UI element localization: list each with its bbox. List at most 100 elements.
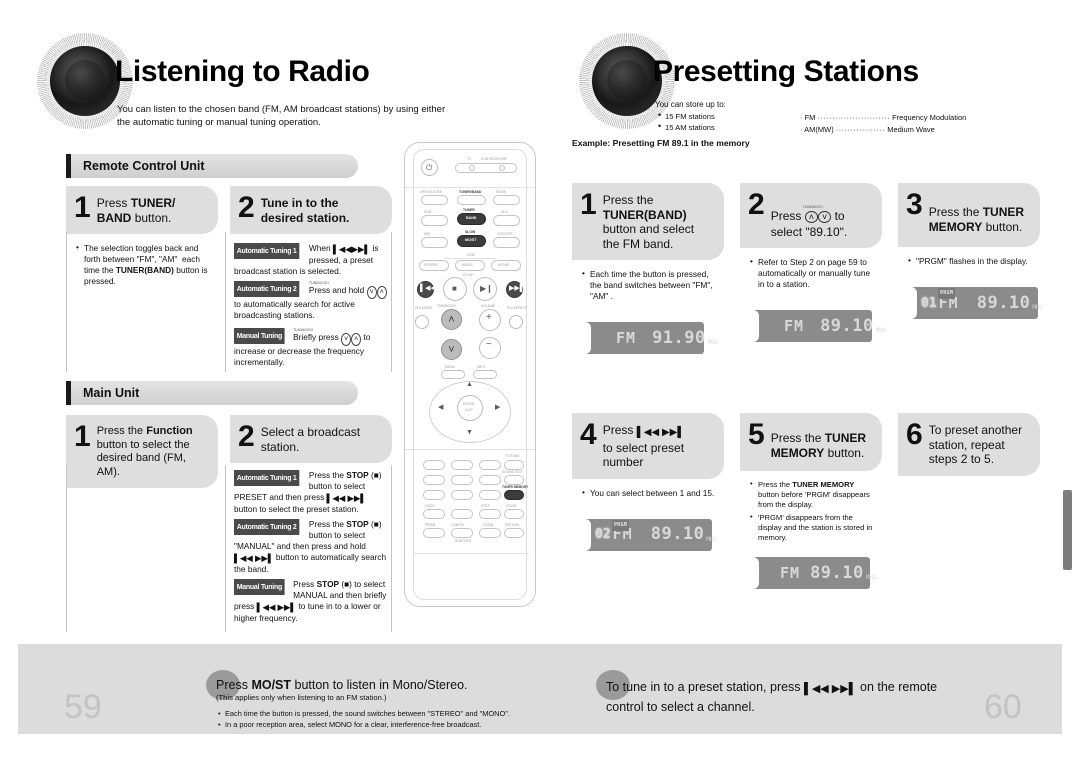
step-number: 2 [238, 420, 255, 453]
crc-dsp-button[interactable] [493, 237, 520, 248]
key-9[interactable] [479, 490, 501, 500]
tuning-down-button[interactable]: ˅ [441, 339, 462, 360]
knob-label: TUNING/CH [802, 205, 823, 209]
return-label: RETURN [505, 523, 520, 527]
tuning-row-auto-2: Automatic Tuning 2 TUNING/CH Press and h… [234, 281, 390, 321]
return-button[interactable] [504, 528, 524, 538]
dvd-receiver-label: DVD RECEIVER [481, 157, 507, 161]
sound-edit-button[interactable] [504, 475, 524, 485]
step-bullet-list: The selection toggles back and forth bet… [76, 242, 212, 287]
step-bullet-list: Each time the button is pressed, the ban… [582, 268, 718, 302]
mic-button[interactable] [421, 237, 448, 248]
section-header-label: Remote Control Unit [71, 154, 358, 178]
remote-control-illustration: ⏻ TV DVD RECEIVER OPEN/CLOSE TUNER/BAND … [404, 142, 536, 607]
tv-dvd-selector[interactable] [455, 163, 517, 173]
subtitle-label: SUBTITLE [455, 539, 472, 543]
step-button[interactable] [479, 509, 501, 519]
plus-icon: + [486, 312, 492, 323]
menu-button[interactable] [441, 370, 465, 379]
tuning-tag: Automatic Tuning 1 [234, 243, 300, 259]
mode-label: MODE [496, 190, 507, 194]
step-bullet-list: "PRGM" flashes in the display. [908, 255, 1034, 267]
step-instruction: Press the TUNER MEMORY button. [770, 431, 867, 460]
display-unit: MHz [1032, 304, 1044, 311]
footer-right-title: To tune in to a preset station, press ▌◀… [606, 680, 938, 714]
zoom-label: ZOOM [506, 504, 517, 508]
step-instruction: Press TUNER/BAND button. [96, 196, 176, 225]
open-close-button[interactable] [421, 195, 448, 205]
key-1[interactable] [423, 460, 445, 470]
key-8[interactable] [451, 490, 473, 500]
pl2-effect-button[interactable] [509, 315, 523, 329]
tuning-up-button[interactable]: ˄ [441, 309, 462, 330]
key-4[interactable] [423, 475, 445, 485]
pl2-effect-label: PLⅡ EFFECT [507, 306, 527, 310]
step-card-remote-2: 2 Tune in to the desired station. Automat… [230, 186, 392, 372]
info-label: INFO [477, 365, 486, 369]
dvd-dot[interactable] [499, 165, 505, 171]
key-3[interactable] [479, 460, 501, 470]
movie-label: MOVIE [498, 263, 509, 267]
tuner-memory-button[interactable] [504, 490, 524, 500]
step-bullet-list: Press the TUNER MEMORY button before 'PR… [750, 479, 876, 543]
step-card-preset-1: 1 Press the TUNER(BAND) button and select t… [572, 183, 724, 354]
display-panel: PRGM 01 FM 89.10 MHz [908, 287, 1043, 319]
legend-term: AM(MW) [804, 124, 834, 134]
info-button[interactable] [473, 370, 497, 379]
store-intro: You can store up to: [655, 100, 726, 109]
minus-icon: − [486, 339, 492, 350]
step-label: STEP [481, 504, 490, 508]
aux-button[interactable] [493, 215, 520, 226]
tv-tone-button[interactable] [504, 460, 524, 470]
stop-icon: ■ [452, 284, 457, 293]
display-band: FM [938, 293, 959, 312]
step-number: 6 [906, 418, 923, 451]
key-5[interactable] [451, 475, 473, 485]
clip-label: CLIP [465, 408, 473, 412]
zoom-button[interactable] [504, 509, 524, 519]
tuning-tag: Automatic Tuning 2 [234, 519, 300, 535]
band-legend: · FM ························· Frequency… [800, 112, 966, 135]
mode-button[interactable] [493, 195, 520, 205]
key-2[interactable] [451, 460, 473, 470]
tv-dot[interactable] [469, 165, 475, 171]
display-band: FM [616, 328, 637, 347]
bullet-item: Press the TUNER MEMORY button before 'PR… [750, 479, 876, 510]
up-down-knob-icon: ˅ [341, 333, 352, 346]
step-card-main-1: 1 Press the Function button to select the… [66, 415, 218, 488]
key-7[interactable] [423, 490, 445, 500]
power-icon: ⏻ [426, 163, 433, 172]
step-instruction: Select a broadcast station. [260, 425, 361, 454]
nav-right-icon: ▶ [495, 404, 501, 411]
display-unit: MHz [707, 339, 719, 346]
pl2-mode-button[interactable] [415, 315, 429, 329]
pl2-mode-label: PLⅡ MODE [415, 306, 432, 310]
open-close-label: OPEN/CLOSE [420, 190, 443, 194]
cancel-button[interactable] [451, 528, 473, 538]
logo-button[interactable] [423, 509, 445, 519]
step-instruction: Press the TUNER(BAND) button and select the… [602, 193, 695, 251]
tuning-tag: Automatic Tuning 1 [234, 470, 300, 486]
key-0[interactable] [451, 509, 473, 519]
prgm-button[interactable] [423, 528, 445, 538]
page-title-right: Presetting Stations [653, 55, 919, 88]
display-prgm-indicator: PRGM [938, 288, 956, 299]
up-down-knob-icon: ˄ [804, 211, 818, 223]
dvd-button[interactable] [421, 215, 448, 226]
step-number: 2 [748, 188, 765, 221]
tuner-band-button[interactable] [457, 195, 486, 205]
zoom-button-2[interactable] [479, 528, 501, 538]
section-header-remote-control-unit: Remote Control Unit [66, 154, 358, 178]
play-pause-icon: ▶❙ [480, 284, 493, 293]
key-6[interactable] [479, 475, 501, 485]
footer-left-bullets: Each time the button is pressed, the sou… [218, 708, 638, 730]
page-edge-tab [1063, 490, 1072, 570]
step-instruction: Tune in to the desired station. [260, 196, 350, 225]
column-divider [391, 232, 392, 372]
step-instruction: Press ▌◀◀ ▶▶▌ to select preset number [602, 423, 685, 469]
store-bullet: 15 FM stations [658, 110, 715, 122]
logo-label: LOGO [425, 504, 435, 508]
display-unit: MHz [875, 327, 887, 334]
step-number: 2 [238, 191, 255, 224]
footer-left-title: Press MO/ST button to listen in Mono/Ste… [216, 678, 468, 692]
